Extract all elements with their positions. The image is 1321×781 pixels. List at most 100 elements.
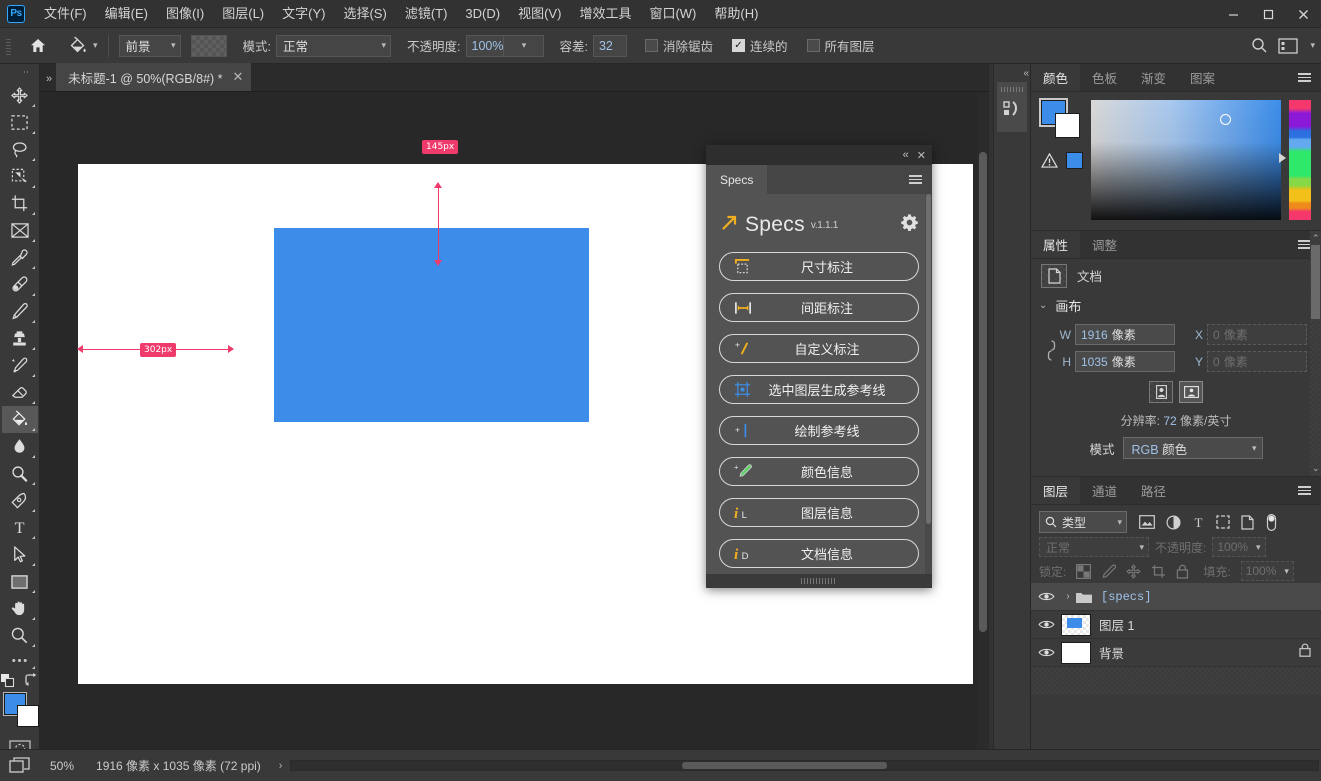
tab-properties[interactable]: 属性 xyxy=(1031,231,1081,258)
opacity-scrubber[interactable]: ▾ xyxy=(503,34,544,57)
tab-color[interactable]: 颜色 xyxy=(1031,64,1081,91)
height-input[interactable]: 1035 像素 xyxy=(1075,351,1175,372)
canvas-vertical-scrollbar[interactable] xyxy=(977,92,989,749)
specs-custom-annotation-button[interactable]: + 自定义标注 xyxy=(719,334,919,363)
foreground-background-colors[interactable] xyxy=(2,692,39,727)
specs-draw-guide-button[interactable]: + 绘制参考线 xyxy=(719,416,919,445)
x-input[interactable]: 0 像素 xyxy=(1207,324,1307,345)
pen-tool[interactable] xyxy=(2,487,38,514)
horizontal-scrollbar[interactable] xyxy=(290,760,1319,771)
menu-layer[interactable]: 图层(L) xyxy=(213,0,273,28)
specs-panel-titlebar[interactable]: « ✕ xyxy=(706,145,932,165)
specs-plugin-panel[interactable]: « ✕ Specs Specs v.1.1.1 尺寸标注 间距标注 + 自定义标… xyxy=(706,145,932,588)
screen-mode-status-icon[interactable] xyxy=(0,756,40,775)
canvas-section-header[interactable]: ⌄ 画布 xyxy=(1031,292,1321,318)
background-color-swatch[interactable] xyxy=(1055,113,1080,138)
layer-blend-mode-select[interactable]: 正常 ▾ xyxy=(1039,537,1149,557)
blur-tool[interactable] xyxy=(2,433,38,460)
zoom-tool[interactable] xyxy=(2,622,38,649)
filter-smart-object-icon[interactable] xyxy=(1241,514,1254,530)
menu-help[interactable]: 帮助(H) xyxy=(705,0,767,28)
current-tool-button[interactable]: ▾ xyxy=(63,33,100,59)
workspace-icon[interactable] xyxy=(1278,37,1299,54)
lock-transparency-icon[interactable] xyxy=(1076,563,1092,579)
layer-visibility-toggle[interactable] xyxy=(1031,647,1061,658)
antialias-checkbox[interactable]: 消除锯齿 xyxy=(644,36,718,55)
color-picker-cursor[interactable] xyxy=(1220,114,1232,126)
options-bar-grip[interactable] xyxy=(4,35,14,56)
resize-grip[interactable] xyxy=(801,578,837,584)
lock-artboard-icon[interactable] xyxy=(1151,564,1166,579)
gamut-substitute-swatch[interactable] xyxy=(1066,152,1083,169)
lock-image-icon[interactable] xyxy=(1101,563,1117,579)
document-tab-close-icon[interactable]: ✕ xyxy=(233,69,244,85)
layer-visibility-toggle[interactable] xyxy=(1031,619,1061,630)
tab-paths[interactable]: 路径 xyxy=(1129,477,1178,504)
color-field[interactable] xyxy=(1091,100,1281,220)
filter-type-icon[interactable]: T xyxy=(1192,515,1205,529)
opacity-input[interactable]: 100% xyxy=(465,34,504,57)
specs-tab[interactable]: Specs xyxy=(706,165,768,194)
menu-3d[interactable]: 3D(D) xyxy=(456,0,509,28)
history-brush-tool[interactable] xyxy=(2,352,38,379)
tolerance-input[interactable]: 32 xyxy=(592,34,627,57)
menu-select[interactable]: 选择(S) xyxy=(334,0,395,28)
scrollbar-thumb[interactable] xyxy=(926,194,931,524)
clone-stamp-tool[interactable] xyxy=(2,325,38,352)
tab-adjustments[interactable]: 调整 xyxy=(1080,231,1129,258)
hand-tool[interactable] xyxy=(2,595,38,622)
lock-all-icon[interactable] xyxy=(1176,564,1189,579)
portrait-orientation-button[interactable] xyxy=(1149,381,1173,403)
layer-opacity-input[interactable]: 100% ▾ xyxy=(1212,537,1266,557)
eyedropper-tool[interactable] xyxy=(2,244,38,271)
scrollbar-thumb[interactable] xyxy=(681,762,887,769)
specs-panel-menu-icon[interactable] xyxy=(909,165,932,194)
document-tab[interactable]: 未标题-1 @ 50%(RGB/8#) * ✕ xyxy=(56,63,253,91)
brush-tool[interactable] xyxy=(2,298,38,325)
dodge-tool[interactable] xyxy=(2,460,38,487)
rectangle-tool[interactable] xyxy=(2,568,38,595)
quick-selection-tool[interactable] xyxy=(2,163,38,190)
move-tool[interactable] xyxy=(2,82,38,109)
layer-filter-select[interactable]: 类型 ▾ xyxy=(1039,511,1127,533)
frame-tool[interactable] xyxy=(2,217,38,244)
tab-channels[interactable]: 通道 xyxy=(1080,477,1129,504)
lasso-tool[interactable] xyxy=(2,136,38,163)
pattern-swatch[interactable] xyxy=(190,34,227,57)
layer-name[interactable]: 图层 1 xyxy=(1099,615,1134,634)
out-of-gamut-warning-icon[interactable] xyxy=(1041,153,1058,168)
marquee-tool[interactable] xyxy=(2,109,38,136)
landscape-orientation-button[interactable] xyxy=(1179,381,1203,403)
paint-bucket-tool[interactable] xyxy=(1,406,38,433)
link-dimensions-icon[interactable] xyxy=(1045,338,1058,367)
more-tools[interactable] xyxy=(2,649,38,671)
layer-thumbnail[interactable] xyxy=(1061,613,1091,636)
menu-image[interactable]: 图像(I) xyxy=(157,0,213,28)
contiguous-checkbox[interactable]: ✓ 连续的 xyxy=(732,36,793,55)
filter-adjustment-icon[interactable] xyxy=(1166,514,1181,530)
layer-thumbnail[interactable] xyxy=(1061,641,1091,664)
dock-collapse-icon[interactable]: « xyxy=(994,64,1030,82)
y-input[interactable]: 0 像素 xyxy=(1207,351,1307,372)
table-row[interactable]: › [specs] xyxy=(1031,583,1321,611)
specs-document-info-button[interactable]: i D 文档信息 xyxy=(719,539,919,568)
filter-pixel-icon[interactable] xyxy=(1139,515,1155,529)
specs-spacing-annotation-button[interactable]: 间距标注 xyxy=(719,293,919,322)
scrollbar-thumb[interactable] xyxy=(979,152,987,632)
layer-name[interactable]: [specs] xyxy=(1101,590,1151,604)
lock-position-icon[interactable] xyxy=(1126,563,1141,579)
healing-brush-tool[interactable] xyxy=(2,271,38,298)
properties-panel-scrollbar[interactable]: ⌃ ⌄ xyxy=(1310,231,1321,476)
eraser-tool[interactable] xyxy=(2,379,38,406)
specs-close-icon[interactable]: ✕ xyxy=(917,149,926,162)
menu-window[interactable]: 窗口(W) xyxy=(640,0,705,28)
home-button[interactable] xyxy=(23,33,53,59)
menu-type[interactable]: 文字(Y) xyxy=(273,0,334,28)
menu-filter[interactable]: 滤镜(T) xyxy=(396,0,457,28)
expand-dock-icon[interactable]: » xyxy=(40,73,56,91)
crop-tool[interactable] xyxy=(2,190,38,217)
layer-visibility-toggle[interactable] xyxy=(1031,591,1061,602)
path-selection-tool[interactable] xyxy=(2,541,38,568)
history-panel-button[interactable] xyxy=(997,82,1027,132)
blue-rectangle-shape[interactable] xyxy=(274,228,589,422)
